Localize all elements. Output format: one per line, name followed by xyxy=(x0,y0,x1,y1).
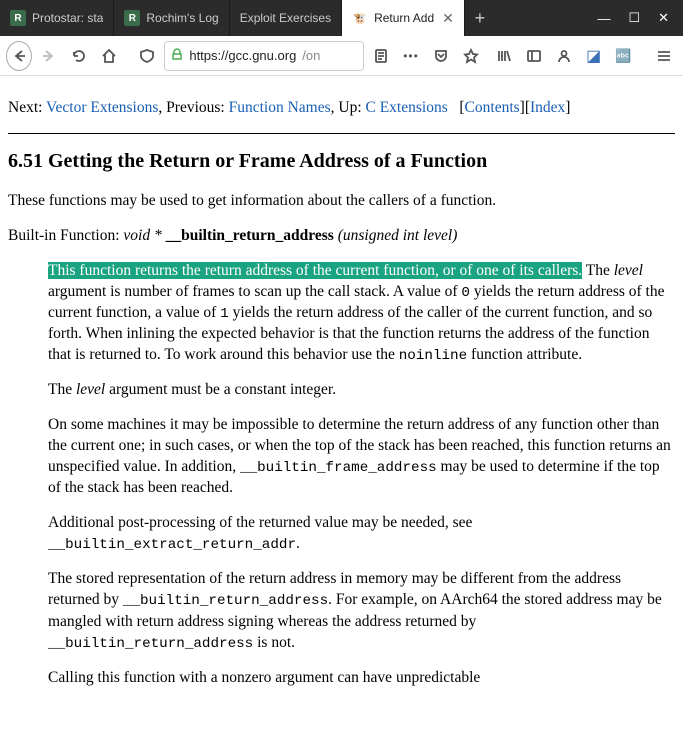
desc-para-4: Additional post-processing of the return… xyxy=(48,513,671,555)
desc-para-5: The stored representation of the return … xyxy=(48,569,671,653)
window-controls: — ☐ ✕ xyxy=(583,0,683,36)
tab-return-address[interactable]: 🐮 Return Add ✕ xyxy=(342,0,465,36)
builtin-signature: Built-in Function: void * __builtin_retu… xyxy=(8,226,675,247)
sidebar-icon xyxy=(526,48,542,64)
reader-icon xyxy=(373,48,389,64)
builtin-kind: Built-in Function: xyxy=(8,227,120,244)
user-icon xyxy=(556,48,572,64)
extension-button-2[interactable]: 🔤 xyxy=(611,41,637,71)
tab-exploit-exercises[interactable]: Exploit Exercises xyxy=(230,0,342,36)
desc-para-3: On some machines it may be impossible to… xyxy=(48,415,671,499)
page-actions-button[interactable]: ••• xyxy=(398,41,424,71)
nav-next-link[interactable]: Vector Extensions xyxy=(46,99,158,116)
shield-button[interactable] xyxy=(135,41,161,71)
section-heading: 6.51 Getting the Return or Frame Address… xyxy=(8,148,675,175)
sidebar-button[interactable] xyxy=(521,41,547,71)
gcc-icon: 🐮 xyxy=(352,10,368,26)
tab-label: Rochim's Log xyxy=(146,11,218,25)
arrow-left-icon xyxy=(11,48,27,64)
favicon: R xyxy=(124,10,140,26)
close-tab-icon[interactable]: ✕ xyxy=(442,10,454,27)
tab-label: Protostar: sta xyxy=(32,11,103,25)
back-button[interactable] xyxy=(6,41,32,71)
lock-icon xyxy=(171,48,183,63)
browser-toolbar: https://gcc.gnu.org/on ••• ◪ 🔤 xyxy=(0,36,683,76)
reload-button[interactable] xyxy=(66,41,92,71)
titlebar: R Protostar: sta R Rochim's Log Exploit … xyxy=(0,0,683,36)
account-button[interactable] xyxy=(551,41,577,71)
builtin-args: (unsigned int level) xyxy=(338,227,458,244)
shield-icon xyxy=(139,48,155,64)
divider xyxy=(8,133,675,134)
favicon: R xyxy=(10,10,26,26)
tab-rochims-log[interactable]: R Rochim's Log xyxy=(114,0,229,36)
pocket-button[interactable] xyxy=(428,41,454,71)
extension-button-1[interactable]: ◪ xyxy=(581,41,607,71)
tab-label: Exploit Exercises xyxy=(240,11,331,25)
home-icon xyxy=(101,48,117,64)
nav-prev-label: , Previous: xyxy=(158,99,224,116)
hamburger-icon xyxy=(656,48,672,64)
pocket-icon xyxy=(433,48,449,64)
intro-para: These functions may be used to get infor… xyxy=(8,191,675,212)
library-button[interactable] xyxy=(491,41,517,71)
forward-button[interactable] xyxy=(36,41,62,71)
doc-nav: Next: Vector Extensions, Previous: Funct… xyxy=(8,98,675,119)
nav-up-link[interactable]: C Extensions xyxy=(366,99,448,116)
page-content: Next: Vector Extensions, Previous: Funct… xyxy=(0,76,683,742)
url-path: /on xyxy=(302,48,320,63)
arrow-right-icon xyxy=(41,48,57,64)
desc-para-2: The level argument must be a constant in… xyxy=(48,380,671,401)
tab-protostar[interactable]: R Protostar: sta xyxy=(0,0,114,36)
nav-prev-link[interactable]: Function Names xyxy=(229,99,331,116)
library-icon xyxy=(496,48,512,64)
close-window-button[interactable]: ✕ xyxy=(658,10,669,26)
highlighted-text: This function returns the return address… xyxy=(48,262,582,279)
url-bar[interactable]: https://gcc.gnu.org/on xyxy=(164,41,364,71)
tab-label: Return Add xyxy=(374,11,434,25)
home-button[interactable] xyxy=(96,41,122,71)
builtin-description: This function returns the return address… xyxy=(48,261,671,689)
maximize-button[interactable]: ☐ xyxy=(628,10,640,26)
app-menu-button[interactable] xyxy=(651,41,677,71)
builtin-return-type: void * xyxy=(123,227,161,244)
desc-para-6: Calling this function with a nonzero arg… xyxy=(48,668,671,689)
nav-contents-link[interactable]: Contents xyxy=(465,99,520,116)
nav-next-label: Next: xyxy=(8,99,42,116)
nav-index-link[interactable]: Index xyxy=(530,99,565,116)
star-icon xyxy=(463,48,479,64)
minimize-button[interactable]: — xyxy=(597,11,610,26)
desc-para-1: This function returns the return address… xyxy=(48,261,671,367)
url-domain: https://gcc.gnu.org xyxy=(189,48,296,63)
newtab-button[interactable]: + xyxy=(465,0,495,36)
nav-up-label: , Up: xyxy=(331,99,362,116)
reader-mode-button[interactable] xyxy=(368,41,394,71)
builtin-name: __builtin_return_address xyxy=(166,227,334,244)
bookmark-button[interactable] xyxy=(458,41,484,71)
reload-icon xyxy=(71,48,87,64)
